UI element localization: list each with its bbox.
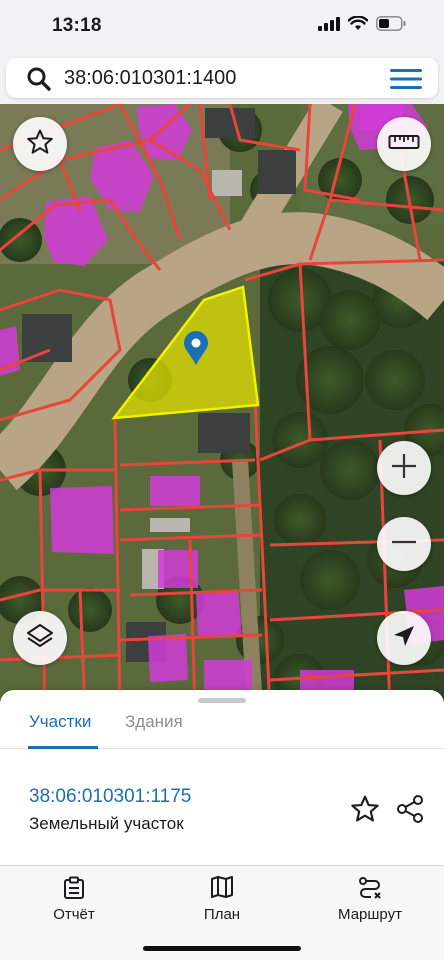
ruler-icon bbox=[388, 132, 420, 157]
tab-buildings[interactable]: Здания bbox=[125, 712, 183, 732]
zoom-out-button[interactable] bbox=[377, 517, 431, 571]
route-icon bbox=[310, 876, 430, 900]
parcel-number-link[interactable]: 38:06:010301:1175 bbox=[29, 786, 191, 808]
tab-plan-label: План bbox=[203, 906, 241, 923]
status-time: 13:18 bbox=[52, 15, 102, 36]
parcel-type-label: Земельный участок bbox=[29, 814, 184, 833]
satellite-map[interactable] bbox=[0, 104, 444, 710]
status-icons bbox=[318, 15, 406, 36]
tab-route[interactable]: Маршрут bbox=[310, 876, 430, 923]
map-view[interactable] bbox=[0, 104, 444, 710]
layers-icon bbox=[25, 621, 55, 656]
star-outline-icon[interactable] bbox=[350, 794, 380, 829]
sheet-grabber[interactable] bbox=[198, 698, 246, 703]
measure-button[interactable] bbox=[377, 117, 431, 171]
share-icon[interactable] bbox=[395, 794, 425, 829]
cellular-signal-icon bbox=[318, 16, 340, 36]
zoom-in-button[interactable] bbox=[377, 441, 431, 495]
status-bar: 13:18 bbox=[0, 0, 444, 52]
active-tab-indicator bbox=[28, 746, 98, 749]
location-arrow-icon bbox=[391, 623, 417, 654]
search-input[interactable] bbox=[64, 58, 364, 98]
home-indicator[interactable] bbox=[143, 946, 301, 951]
tab-plan[interactable]: План bbox=[162, 876, 282, 923]
map-book-icon bbox=[162, 876, 282, 900]
tab-route-label: Маршрут bbox=[338, 906, 402, 923]
report-icon bbox=[14, 876, 134, 900]
menu-icon[interactable] bbox=[390, 68, 422, 95]
parcel-bottom-sheet[interactable]: Участки Здания 38:06:010301:1175 Земельн… bbox=[0, 690, 444, 866]
my-location-button[interactable] bbox=[377, 611, 431, 665]
star-icon bbox=[26, 128, 54, 161]
search-bar[interactable] bbox=[6, 58, 438, 98]
zoom-in-icon bbox=[390, 452, 418, 485]
wifi-icon bbox=[347, 15, 369, 36]
zoom-out-icon bbox=[390, 528, 418, 561]
layers-button[interactable] bbox=[13, 611, 67, 665]
battery-icon bbox=[376, 16, 406, 36]
tab-report-label: Отчёт bbox=[53, 906, 95, 923]
search-icon[interactable] bbox=[26, 66, 52, 97]
favorite-map-button[interactable] bbox=[13, 117, 67, 171]
tab-parcels[interactable]: Участки bbox=[29, 712, 91, 732]
tab-report[interactable]: Отчёт bbox=[14, 876, 134, 923]
